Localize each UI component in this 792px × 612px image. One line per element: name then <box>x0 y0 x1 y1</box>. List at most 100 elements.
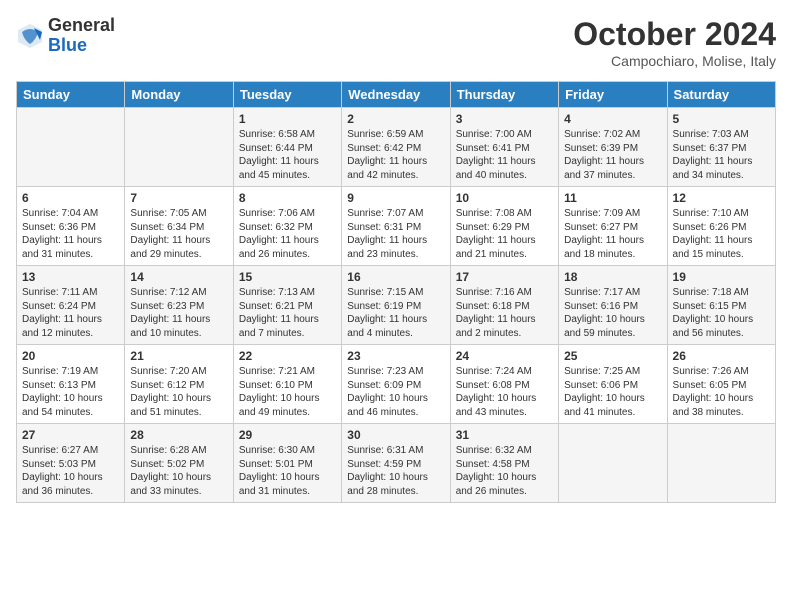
calendar-cell: 3 Sunrise: 7:00 AM Sunset: 6:41 PM Daylig… <box>450 108 558 187</box>
calendar-cell: 1 Sunrise: 6:58 AM Sunset: 6:44 PM Daylig… <box>233 108 341 187</box>
day-content: Sunrise: 7:19 AM Sunset: 6:13 PM Dayligh… <box>22 365 119 419</box>
day-number: 31 <box>456 428 553 442</box>
calendar-cell: 19 Sunrise: 7:18 AM Sunset: 6:15 PM Dayli… <box>667 266 775 345</box>
calendar-cell: 28Sunrise: 6:28 AM Sunset: 5:02 PM Dayli… <box>125 424 233 503</box>
location-subtitle: Campochiaro, Molise, Italy <box>573 53 776 69</box>
day-content: Sunrise: 7:18 AM Sunset: 6:15 PM Dayligh… <box>673 286 770 340</box>
logo-icon <box>16 22 44 50</box>
day-number: 15 <box>239 270 336 284</box>
day-number: 12 <box>673 191 770 205</box>
day-content: Sunrise: 7:02 AM Sunset: 6:39 PM Dayligh… <box>564 128 661 182</box>
title-block: October 2024 Campochiaro, Molise, Italy <box>573 16 776 69</box>
day-content: Sunrise: 6:32 AM Sunset: 4:58 PM Dayligh… <box>456 444 553 498</box>
calendar-cell: 9 Sunrise: 7:07 AM Sunset: 6:31 PM Daylig… <box>342 187 450 266</box>
day-content: Sunrise: 7:21 AM Sunset: 6:10 PM Dayligh… <box>239 365 336 419</box>
weekday-header: Saturday <box>667 82 775 108</box>
day-number: 17 <box>456 270 553 284</box>
calendar-cell: 2Sunrise: 6:59 AM Sunset: 6:42 PM Daylig… <box>342 108 450 187</box>
logo-line2: Blue <box>48 36 115 56</box>
calendar-week-row: 27 Sunrise: 6:27 AM Sunset: 5:03 PM Dayli… <box>17 424 776 503</box>
calendar-cell: 30Sunrise: 6:31 AM Sunset: 4:59 PM Dayli… <box>342 424 450 503</box>
day-content: Sunrise: 7:11 AM Sunset: 6:24 PM Dayligh… <box>22 286 119 340</box>
calendar-cell: 5 Sunrise: 7:03 AM Sunset: 6:37 PM Daylig… <box>667 108 775 187</box>
calendar-cell: 8 Sunrise: 7:06 AM Sunset: 6:32 PM Daylig… <box>233 187 341 266</box>
day-content: Sunrise: 7:25 AM Sunset: 6:06 PM Dayligh… <box>564 365 661 419</box>
logo-text: General Blue <box>48 16 115 56</box>
calendar-header-row: SundayMondayTuesdayWednesdayThursdayFrid… <box>17 82 776 108</box>
day-number: 19 <box>673 270 770 284</box>
calendar-cell: 26 Sunrise: 7:26 AM Sunset: 6:05 PM Dayli… <box>667 345 775 424</box>
day-number: 22 <box>239 349 336 363</box>
day-content: Sunrise: 7:05 AM Sunset: 6:34 PM Dayligh… <box>130 207 227 261</box>
day-number: 23 <box>347 349 444 363</box>
calendar-cell: 15 Sunrise: 7:13 AM Sunset: 6:21 PM Dayli… <box>233 266 341 345</box>
day-content: Sunrise: 6:27 AM Sunset: 5:03 PM Dayligh… <box>22 444 119 498</box>
calendar-cell: 21Sunrise: 7:20 AM Sunset: 6:12 PM Dayli… <box>125 345 233 424</box>
calendar-week-row: 13 Sunrise: 7:11 AM Sunset: 6:24 PM Dayli… <box>17 266 776 345</box>
day-content: Sunrise: 7:04 AM Sunset: 6:36 PM Dayligh… <box>22 207 119 261</box>
calendar-cell: 13 Sunrise: 7:11 AM Sunset: 6:24 PM Dayli… <box>17 266 125 345</box>
calendar-cell: 25 Sunrise: 7:25 AM Sunset: 6:06 PM Dayli… <box>559 345 667 424</box>
day-number: 27 <box>22 428 119 442</box>
calendar-cell: 6Sunrise: 7:04 AM Sunset: 6:36 PM Daylig… <box>17 187 125 266</box>
day-number: 29 <box>239 428 336 442</box>
day-number: 5 <box>673 112 770 126</box>
day-number: 10 <box>456 191 553 205</box>
month-title: October 2024 <box>573 16 776 53</box>
day-content: Sunrise: 7:15 AM Sunset: 6:19 PM Dayligh… <box>347 286 444 340</box>
calendar-cell <box>667 424 775 503</box>
day-number: 8 <box>239 191 336 205</box>
day-number: 11 <box>564 191 661 205</box>
weekday-header: Monday <box>125 82 233 108</box>
day-content: Sunrise: 6:58 AM Sunset: 6:44 PM Dayligh… <box>239 128 336 182</box>
day-content: Sunrise: 6:31 AM Sunset: 4:59 PM Dayligh… <box>347 444 444 498</box>
day-number: 26 <box>673 349 770 363</box>
calendar-cell: 7Sunrise: 7:05 AM Sunset: 6:34 PM Daylig… <box>125 187 233 266</box>
day-number: 9 <box>347 191 444 205</box>
day-content: Sunrise: 6:59 AM Sunset: 6:42 PM Dayligh… <box>347 128 444 182</box>
day-content: Sunrise: 7:10 AM Sunset: 6:26 PM Dayligh… <box>673 207 770 261</box>
weekday-header: Friday <box>559 82 667 108</box>
day-content: Sunrise: 7:03 AM Sunset: 6:37 PM Dayligh… <box>673 128 770 182</box>
day-content: Sunrise: 7:00 AM Sunset: 6:41 PM Dayligh… <box>456 128 553 182</box>
calendar-cell: 23 Sunrise: 7:23 AM Sunset: 6:09 PM Dayli… <box>342 345 450 424</box>
day-content: Sunrise: 7:09 AM Sunset: 6:27 PM Dayligh… <box>564 207 661 261</box>
day-number: 25 <box>564 349 661 363</box>
day-content: Sunrise: 7:17 AM Sunset: 6:16 PM Dayligh… <box>564 286 661 340</box>
weekday-header: Sunday <box>17 82 125 108</box>
calendar-cell: 29 Sunrise: 6:30 AM Sunset: 5:01 PM Dayli… <box>233 424 341 503</box>
day-content: Sunrise: 7:23 AM Sunset: 6:09 PM Dayligh… <box>347 365 444 419</box>
logo-line1: General <box>48 16 115 36</box>
day-number: 1 <box>239 112 336 126</box>
day-content: Sunrise: 7:13 AM Sunset: 6:21 PM Dayligh… <box>239 286 336 340</box>
day-number: 28 <box>130 428 227 442</box>
day-content: Sunrise: 7:16 AM Sunset: 6:18 PM Dayligh… <box>456 286 553 340</box>
day-number: 13 <box>22 270 119 284</box>
day-content: Sunrise: 6:30 AM Sunset: 5:01 PM Dayligh… <box>239 444 336 498</box>
day-content: Sunrise: 7:26 AM Sunset: 6:05 PM Dayligh… <box>673 365 770 419</box>
day-content: Sunrise: 7:06 AM Sunset: 6:32 PM Dayligh… <box>239 207 336 261</box>
calendar-week-row: 20Sunrise: 7:19 AM Sunset: 6:13 PM Dayli… <box>17 345 776 424</box>
day-number: 14 <box>130 270 227 284</box>
page-header: General Blue October 2024 Campochiaro, M… <box>16 16 776 69</box>
calendar-cell: 20Sunrise: 7:19 AM Sunset: 6:13 PM Dayli… <box>17 345 125 424</box>
day-number: 24 <box>456 349 553 363</box>
calendar-cell: 24Sunrise: 7:24 AM Sunset: 6:08 PM Dayli… <box>450 345 558 424</box>
calendar-cell: 27 Sunrise: 6:27 AM Sunset: 5:03 PM Dayli… <box>17 424 125 503</box>
calendar-week-row: 1 Sunrise: 6:58 AM Sunset: 6:44 PM Daylig… <box>17 108 776 187</box>
calendar-cell <box>559 424 667 503</box>
day-number: 3 <box>456 112 553 126</box>
day-content: Sunrise: 7:08 AM Sunset: 6:29 PM Dayligh… <box>456 207 553 261</box>
calendar-cell: 12 Sunrise: 7:10 AM Sunset: 6:26 PM Dayli… <box>667 187 775 266</box>
day-content: Sunrise: 7:20 AM Sunset: 6:12 PM Dayligh… <box>130 365 227 419</box>
calendar-cell: 4 Sunrise: 7:02 AM Sunset: 6:39 PM Daylig… <box>559 108 667 187</box>
day-content: Sunrise: 7:07 AM Sunset: 6:31 PM Dayligh… <box>347 207 444 261</box>
day-content: Sunrise: 7:12 AM Sunset: 6:23 PM Dayligh… <box>130 286 227 340</box>
calendar-cell: 31 Sunrise: 6:32 AM Sunset: 4:58 PM Dayli… <box>450 424 558 503</box>
day-number: 4 <box>564 112 661 126</box>
calendar-cell: 14 Sunrise: 7:12 AM Sunset: 6:23 PM Dayli… <box>125 266 233 345</box>
calendar-cell: 11 Sunrise: 7:09 AM Sunset: 6:27 PM Dayli… <box>559 187 667 266</box>
calendar-table: SundayMondayTuesdayWednesdayThursdayFrid… <box>16 81 776 503</box>
calendar-week-row: 6Sunrise: 7:04 AM Sunset: 6:36 PM Daylig… <box>17 187 776 266</box>
weekday-header: Tuesday <box>233 82 341 108</box>
